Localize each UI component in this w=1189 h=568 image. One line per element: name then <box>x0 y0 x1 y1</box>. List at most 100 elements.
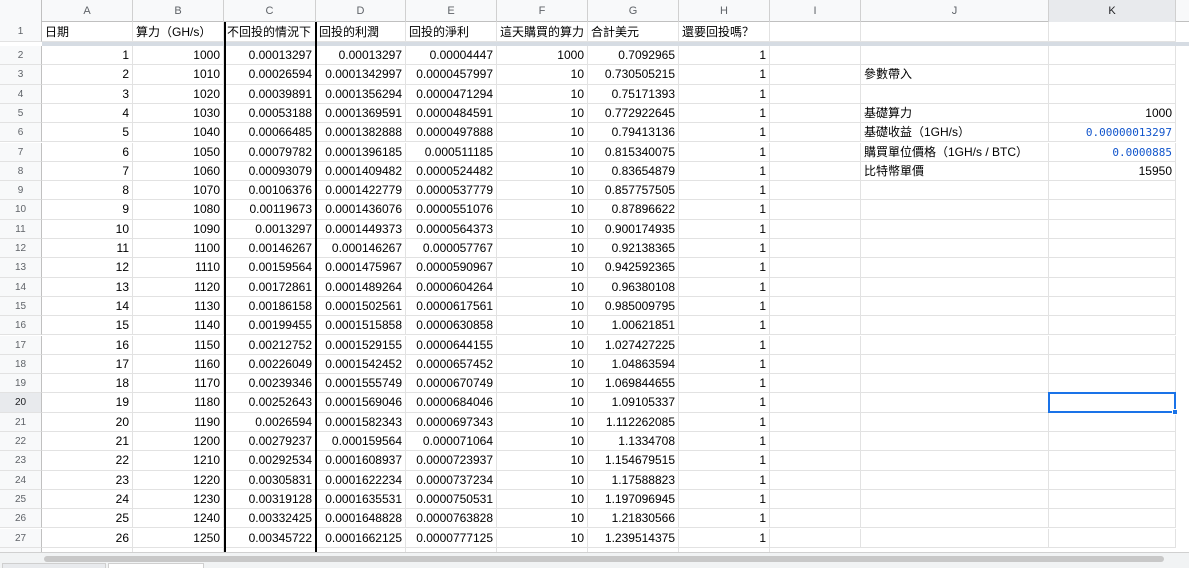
cell-d11[interactable]: 0.0001449373 <box>316 219 406 239</box>
cell-f8[interactable]: 10 <box>497 161 588 182</box>
cell-g2[interactable]: 0.7092965 <box>588 46 679 66</box>
cell-g4[interactable]: 0.75171393 <box>588 84 679 104</box>
row-header-14[interactable]: 14 <box>0 277 42 297</box>
cell-c17[interactable]: 0.00212752 <box>224 335 316 355</box>
selected-cell-k20[interactable] <box>1048 392 1176 413</box>
column-header-d[interactable]: D <box>316 0 406 22</box>
header-cell-c[interactable]: 不回投的情況下 <box>224 22 316 42</box>
cell-h18[interactable]: 1 <box>679 354 770 375</box>
column-header-i[interactable]: I <box>770 0 861 22</box>
cell-i12[interactable] <box>770 239 861 259</box>
cell-k16[interactable] <box>1049 316 1176 336</box>
cell-f2[interactable]: 1000 <box>497 46 588 66</box>
cell-j20[interactable] <box>861 393 1049 413</box>
cell-c7[interactable]: 0.00079782 <box>224 142 316 162</box>
cell-k14[interactable] <box>1049 277 1176 297</box>
cell-d16[interactable]: 0.0001515858 <box>316 316 406 336</box>
header-cell-g[interactable]: 合計美元 <box>588 22 679 42</box>
cell-h24[interactable]: 1 <box>679 470 770 490</box>
row-header-11[interactable]: 11 <box>0 219 42 239</box>
cell-i3[interactable] <box>770 65 861 85</box>
cell-i6[interactable] <box>770 123 861 143</box>
cell-e5[interactable]: 0.0000484591 <box>406 103 497 124</box>
cell-a15[interactable]: 14 <box>42 296 133 317</box>
cell-c12[interactable]: 0.00146267 <box>224 239 316 259</box>
row-header-24[interactable]: 24 <box>0 470 42 490</box>
cell-e23[interactable]: 0.0000723937 <box>406 451 497 471</box>
cell-f14[interactable]: 10 <box>497 277 588 297</box>
cell-j2[interactable] <box>861 46 1049 66</box>
cell-a24[interactable]: 23 <box>42 470 133 490</box>
cell-d25[interactable]: 0.0001635531 <box>316 489 406 510</box>
cell-g13[interactable]: 0.942592365 <box>588 258 679 278</box>
row-header-8[interactable]: 8 <box>0 161 42 182</box>
cell-j26[interactable] <box>861 509 1049 529</box>
cell-e22[interactable]: 0.000071064 <box>406 432 497 452</box>
cell-k25[interactable] <box>1049 489 1176 510</box>
cell-e16[interactable]: 0.0000630858 <box>406 316 497 336</box>
header-cell-f[interactable]: 這天購買的算力 <box>497 22 588 42</box>
cell-d19[interactable]: 0.0001555749 <box>316 374 406 394</box>
cell-d8[interactable]: 0.0001409482 <box>316 161 406 182</box>
cell-f9[interactable]: 10 <box>497 181 588 201</box>
param-value-1[interactable]: 1000 <box>1049 103 1176 124</box>
header-cell-j[interactable] <box>861 22 1049 42</box>
cell-h16[interactable]: 1 <box>679 316 770 336</box>
cell-i26[interactable] <box>770 509 861 529</box>
cell-a11[interactable]: 10 <box>42 219 133 239</box>
cell-h7[interactable]: 1 <box>679 142 770 162</box>
cell-f25[interactable]: 10 <box>497 489 588 510</box>
cell-j12[interactable] <box>861 239 1049 259</box>
cell-i10[interactable] <box>770 200 861 220</box>
cell-d12[interactable]: 0.000146267 <box>316 239 406 259</box>
cell-d27[interactable]: 0.0001662125 <box>316 528 406 548</box>
cell-i11[interactable] <box>770 219 861 239</box>
cell-j16[interactable] <box>861 316 1049 336</box>
cell-j24[interactable] <box>861 470 1049 490</box>
spreadsheet-grid[interactable]: ABCDEFGHIJK 1 2 3 4 5 6 7 8 9 10 11 12 13 14 15 16 17 18 1… <box>0 0 1189 552</box>
cell-f15[interactable]: 10 <box>497 296 588 317</box>
cell-b10[interactable]: 1080 <box>133 200 224 220</box>
cell-i8[interactable] <box>770 161 861 182</box>
cell-j10[interactable] <box>861 200 1049 220</box>
cell-g7[interactable]: 0.815340075 <box>588 142 679 162</box>
cell-a18[interactable]: 17 <box>42 354 133 375</box>
cell-a17[interactable]: 16 <box>42 335 133 355</box>
cell-g15[interactable]: 0.985009795 <box>588 296 679 317</box>
cell-d21[interactable]: 0.0001582343 <box>316 412 406 432</box>
cell-b3[interactable]: 1010 <box>133 65 224 85</box>
cell-d23[interactable]: 0.0001608937 <box>316 451 406 471</box>
cell-b2[interactable]: 1000 <box>133 46 224 66</box>
cell-k3[interactable] <box>1049 65 1176 85</box>
row-header-20[interactable]: 20 <box>0 393 42 413</box>
cell-b9[interactable]: 1070 <box>133 181 224 201</box>
param-label-1[interactable]: 基礎算力 <box>861 103 1049 124</box>
cell-h2[interactable]: 1 <box>679 46 770 66</box>
cell-j22[interactable] <box>861 432 1049 452</box>
cell-e7[interactable]: 0.000511185 <box>406 142 497 162</box>
cell-k4[interactable] <box>1049 84 1176 104</box>
cell-c2[interactable]: 0.00013297 <box>224 46 316 66</box>
cell-g14[interactable]: 0.96380108 <box>588 277 679 297</box>
row-header-16[interactable]: 16 <box>0 316 42 336</box>
header-cell-h[interactable]: 還要回投嗎？ <box>679 22 770 42</box>
cell-b24[interactable]: 1220 <box>133 470 224 490</box>
cell-c3[interactable]: 0.00026594 <box>224 65 316 85</box>
cell-i19[interactable] <box>770 374 861 394</box>
cell-e12[interactable]: 0.000057767 <box>406 239 497 259</box>
cell-c8[interactable]: 0.00093079 <box>224 161 316 182</box>
row-header-19[interactable]: 19 <box>0 374 42 394</box>
cell-j11[interactable] <box>861 219 1049 239</box>
cell-k18[interactable] <box>1049 354 1176 375</box>
cell-h11[interactable]: 1 <box>679 219 770 239</box>
column-header-c[interactable]: C <box>224 0 316 22</box>
cell-a20[interactable]: 19 <box>42 393 133 413</box>
cell-k9[interactable] <box>1049 181 1176 201</box>
row-header-21[interactable]: 21 <box>0 412 42 432</box>
cell-b17[interactable]: 1150 <box>133 335 224 355</box>
cell-h4[interactable]: 1 <box>679 84 770 104</box>
cell-i15[interactable] <box>770 296 861 317</box>
cell-h6[interactable]: 1 <box>679 123 770 143</box>
cell-c5[interactable]: 0.00053188 <box>224 103 316 124</box>
cell-h26[interactable]: 1 <box>679 509 770 529</box>
